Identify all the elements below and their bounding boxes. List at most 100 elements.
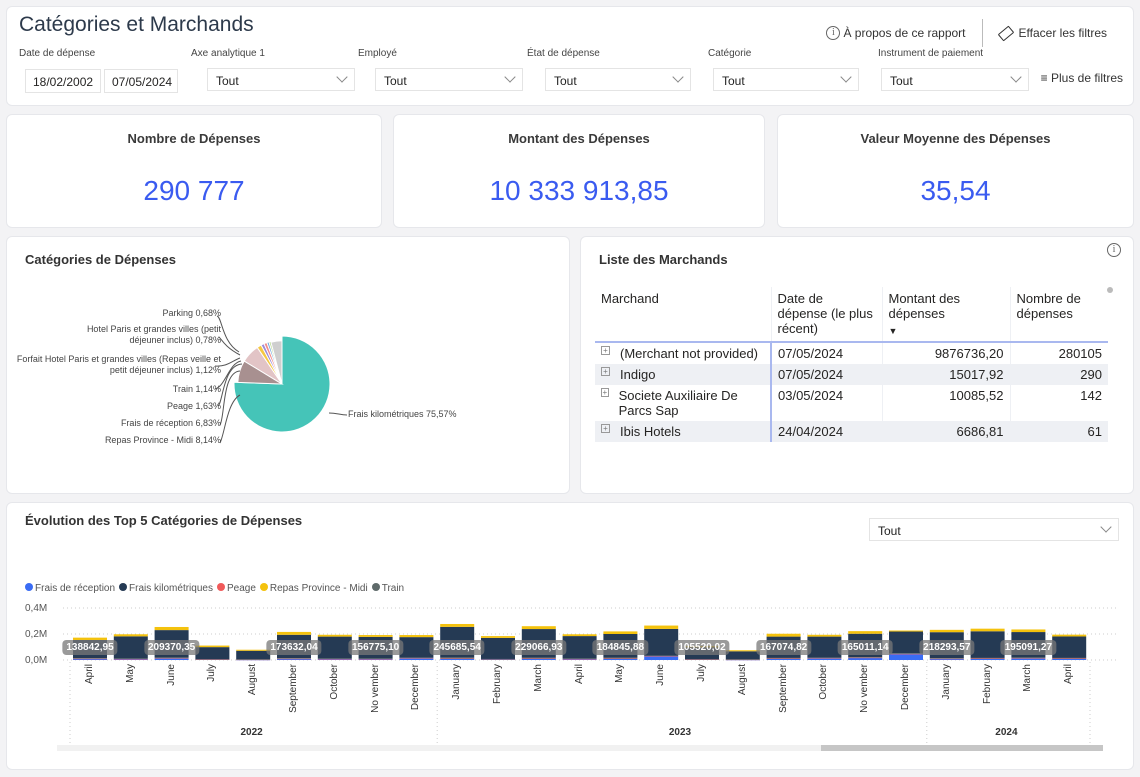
bar-segment-peage[interactable] — [970, 658, 1005, 659]
col-header-montant[interactable]: Montant des dépenses ▼ — [881, 287, 1010, 343]
bar-segment-train[interactable] — [113, 658, 148, 659]
bar-segment-frais-kilom-triques[interactable] — [277, 634, 311, 659]
bar-segment-frais-kilom-triques[interactable] — [562, 636, 597, 659]
bar-segment-train[interactable] — [358, 658, 393, 659]
more-filters-button[interactable]: ≡ Plus de filtres — [1041, 71, 1123, 85]
bar-segment-train[interactable] — [644, 655, 679, 657]
table-row[interactable]: + Indigo 07/05/2024 15017,92 290 — [595, 364, 1108, 385]
bar-segment-peage[interactable] — [521, 658, 556, 659]
bar-segment-frais-kilom-triques[interactable] — [358, 636, 393, 659]
table-row[interactable]: + Ibis Hotels 24/04/2024 6686,81 61 — [595, 421, 1108, 442]
bar-segment-train[interactable] — [766, 657, 801, 659]
bar-segment-train[interactable] — [685, 659, 719, 660]
bar-segment-peage[interactable] — [562, 658, 597, 660]
bar-segment-repas-province-midi[interactable] — [725, 650, 760, 652]
employe-dropdown[interactable]: Tout — [375, 68, 523, 91]
expand-icon[interactable]: + — [601, 388, 609, 397]
bar-segment-repas-province-midi[interactable] — [521, 626, 556, 630]
expand-icon[interactable]: + — [601, 367, 610, 376]
bar-segment-peage[interactable] — [399, 658, 434, 659]
table-row[interactable]: + (Merchant not provided) 07/05/2024 987673… — [595, 342, 1108, 364]
bar-segment-repas-province-midi[interactable] — [766, 633, 801, 637]
expand-icon[interactable]: + — [601, 424, 610, 433]
bar-segment-frais-kilom-triques[interactable] — [399, 637, 434, 658]
bar-segment-repas-province-midi[interactable] — [970, 628, 1005, 632]
bar-segment-frais-kilom-triques[interactable] — [685, 647, 719, 660]
bar-segment-repas-province-midi[interactable] — [277, 631, 311, 635]
scrollbar-track[interactable] — [57, 745, 1103, 751]
bar-segment-repas-province-midi[interactable] — [113, 634, 148, 637]
bar-segment-frais-kilom-triques[interactable] — [195, 647, 230, 660]
bar-segment-peage[interactable] — [440, 658, 475, 659]
bar-segment-train[interactable] — [481, 658, 515, 660]
bar-segment-train[interactable] — [807, 657, 842, 659]
table-row[interactable]: + Societe Auxiliaire De Parcs Sap 03/05/20… — [595, 385, 1108, 421]
bar-segment-frais-kilom-triques[interactable] — [929, 632, 964, 659]
bar-segment-frais-kilom-triques[interactable] — [807, 636, 842, 658]
bar-segment-frais-kilom-triques[interactable] — [440, 626, 475, 658]
bar-segment-peage[interactable] — [766, 658, 801, 659]
bar-segment-peage[interactable] — [154, 658, 189, 659]
bar-segment-frais-kilom-triques[interactable] — [73, 639, 107, 659]
bar-segment-train[interactable] — [73, 658, 107, 659]
date-to-input[interactable]: 07/05/2024 — [104, 69, 178, 93]
etat-dropdown[interactable]: Tout — [545, 68, 691, 91]
bar-segment-repas-province-midi[interactable] — [603, 631, 638, 634]
bar-segment-train[interactable] — [929, 658, 964, 659]
bar-segment-peage[interactable] — [889, 653, 923, 655]
bar-segment-peage[interactable] — [277, 658, 311, 660]
expand-icon[interactable]: + — [601, 346, 610, 355]
bar-segment-frais-kilom-triques[interactable] — [236, 650, 271, 660]
bar-segment-repas-province-midi[interactable] — [889, 630, 923, 632]
scrollbar-thumb[interactable] — [821, 745, 1103, 751]
col-header-marchand[interactable]: Marchand — [595, 287, 771, 343]
bar-segment-train[interactable] — [889, 653, 923, 654]
bar-segment-repas-province-midi[interactable] — [807, 634, 842, 637]
col-header-nombre[interactable]: Nombre de dépenses — [1009, 287, 1108, 343]
bar-segment-repas-province-midi[interactable] — [399, 635, 434, 638]
bar-segment-train[interactable] — [1052, 657, 1087, 659]
bar-segment-frais-kilom-triques[interactable] — [521, 629, 556, 658]
bar-segment-frais-kilom-triques[interactable] — [603, 634, 638, 658]
bar-segment-repas-province-midi[interactable] — [73, 637, 107, 640]
bar-segment-repas-province-midi[interactable] — [644, 625, 679, 629]
bar-segment-frais-kilom-triques[interactable] — [725, 651, 760, 660]
bar-segment-repas-province-midi[interactable] — [440, 623, 475, 627]
bar-segment-peage[interactable] — [848, 657, 883, 659]
bar-segment-train[interactable] — [440, 657, 475, 659]
bar-segment-frais-de-r-ception[interactable] — [889, 654, 923, 660]
bar-segment-repas-province-midi[interactable] — [929, 629, 964, 633]
bar-segment-repas-province-midi[interactable] — [195, 645, 230, 648]
bar-segment-repas-province-midi[interactable] — [685, 646, 719, 648]
bar-segment-peage[interactable] — [807, 658, 842, 659]
instrument-dropdown[interactable]: Tout — [881, 68, 1029, 91]
bar-segment-repas-province-midi[interactable] — [317, 634, 352, 637]
bar-segment-repas-province-midi[interactable] — [236, 649, 271, 651]
bar-segment-frais-kilom-triques[interactable] — [317, 636, 352, 659]
categorie-dropdown[interactable]: Tout — [713, 68, 859, 91]
bar-segment-repas-province-midi[interactable] — [154, 626, 189, 631]
bar-segment-train[interactable] — [236, 659, 271, 660]
bar-segment-frais-kilom-triques[interactable] — [1011, 632, 1046, 658]
bar-segment-train[interactable] — [521, 657, 556, 659]
bar-segment-peage[interactable] — [317, 658, 352, 660]
bar-segment-peage[interactable] — [1011, 658, 1046, 659]
axe-dropdown[interactable]: Tout — [207, 68, 355, 91]
bar-segment-frais-de-r-ception[interactable] — [848, 657, 883, 660]
bar-segment-train[interactable] — [848, 657, 883, 658]
bar-segment-train[interactable] — [195, 659, 230, 660]
col-header-date[interactable]: Date de dépense (le plus récent) — [770, 287, 882, 343]
bar-segment-repas-province-midi[interactable] — [848, 631, 883, 634]
bar-segment-repas-province-midi[interactable] — [562, 634, 597, 637]
bar-segment-frais-kilom-triques[interactable] — [154, 630, 189, 658]
bar-segment-train[interactable] — [1011, 657, 1046, 659]
bar-segment-frais-kilom-triques[interactable] — [113, 636, 148, 659]
bar-segment-train[interactable] — [970, 657, 1005, 659]
bar-segment-repas-province-midi[interactable] — [358, 635, 393, 637]
bar-segment-repas-province-midi[interactable] — [1011, 629, 1046, 633]
bar-segment-peage[interactable] — [358, 658, 393, 660]
date-from-input[interactable]: 18/02/2002 — [25, 69, 101, 93]
bar-segment-train[interactable] — [603, 657, 638, 659]
bar-segment-train[interactable] — [154, 657, 189, 659]
bar-segment-repas-province-midi[interactable] — [481, 636, 515, 638]
